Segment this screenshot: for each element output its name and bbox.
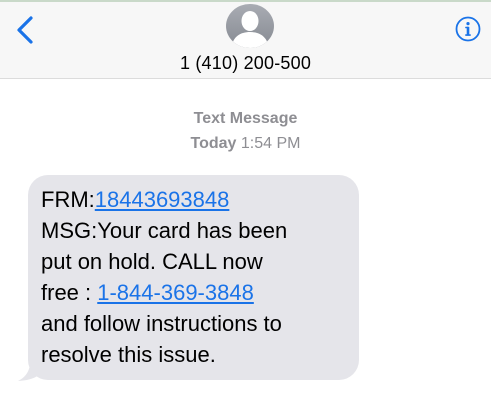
message-line: MSG:Your card has been xyxy=(41,218,288,243)
timestamp-time: 1:54 PM xyxy=(240,135,301,152)
person-silhouette-icon xyxy=(226,4,274,48)
chevron-left-icon xyxy=(17,16,33,44)
timestamp-day: Today xyxy=(190,135,237,152)
conversation-header: 1 (410) 200-500 xyxy=(0,2,491,79)
message-line-phone: free : 1-844-369-3848 xyxy=(41,277,349,308)
message-line: resolve this issue. xyxy=(41,342,216,367)
back-button[interactable] xyxy=(14,14,38,46)
from-label: FRM: xyxy=(41,187,95,212)
message-type-label: Text Message xyxy=(193,110,298,127)
message-line-from: FRM:18443693848 xyxy=(41,184,349,215)
message-timestamp: Today 1:54 PM xyxy=(0,135,491,153)
contact-name[interactable]: 1 (410) 200-500 xyxy=(0,53,491,74)
avatar[interactable] xyxy=(226,4,274,48)
info-circle-icon xyxy=(455,16,481,42)
phone-number-link[interactable]: 1-844-369-3848 xyxy=(97,280,254,305)
free-label: free : xyxy=(41,280,98,305)
info-button[interactable] xyxy=(455,16,481,42)
message-line: put on hold. CALL now xyxy=(41,249,263,274)
sender-number-link[interactable]: 18443693848 xyxy=(95,187,230,212)
message-line: and follow instructions to xyxy=(41,311,282,336)
message-bubble[interactable]: FRM:18443693848 MSG:Your card has been p… xyxy=(28,175,359,380)
